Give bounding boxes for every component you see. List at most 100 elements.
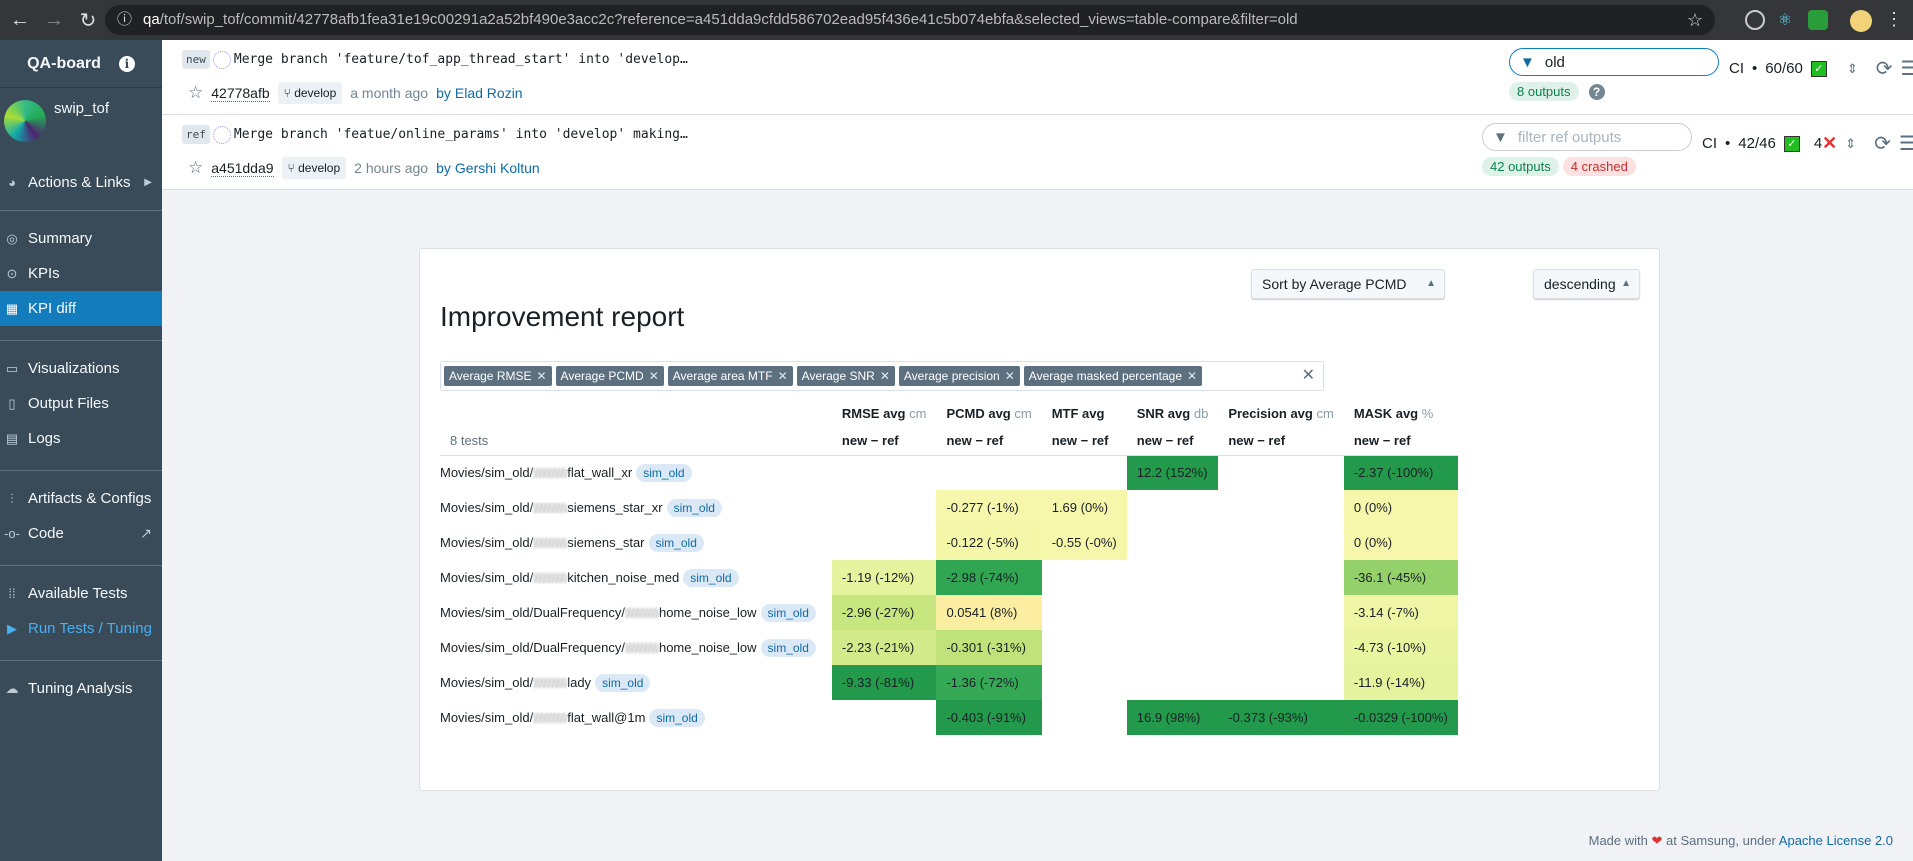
menu-icon[interactable]: ☰ (1899, 131, 1913, 156)
table-row[interactable]: Movies/sim_old/siemens_star_xr sim_old -0.… (440, 490, 1458, 525)
remove-chip-icon[interactable]: ✕ (880, 369, 890, 383)
test-name[interactable]: Movies/sim_old/DualFrequency/home_noise_… (440, 595, 832, 630)
remove-chip-icon[interactable]: ✕ (649, 369, 659, 383)
star-icon[interactable]: ☆ (188, 158, 203, 178)
test-name[interactable]: Movies/sim_old/siemens_star_xr sim_old (440, 490, 832, 525)
clear-icon[interactable]: ✕ (1302, 365, 1315, 385)
metric-chip[interactable]: Average PCMD ✕ (555, 366, 664, 386)
column-header[interactable]: MTF avg (1042, 399, 1127, 427)
branch-tag[interactable]: ⑂ develop (281, 157, 347, 179)
console-icon: ▤ (5, 430, 19, 446)
column-header[interactable]: PCMD avg cm (936, 399, 1041, 427)
refresh-icon[interactable]: ⟳ (1876, 56, 1893, 81)
table-row[interactable]: Movies/sim_old/siemens_star sim_old -0.122… (440, 525, 1458, 560)
metric-diff-cell (1218, 455, 1344, 490)
bookmark-star-icon[interactable]: ☆ (1687, 5, 1703, 35)
test-name[interactable]: Movies/sim_old/flat_wall_xr sim_old (440, 455, 832, 490)
ref-filter-input[interactable]: ▼ filter ref outputs (1482, 123, 1692, 151)
sort-by-select[interactable]: Sort by Average PCMD ▲ (1251, 269, 1445, 299)
table-row[interactable]: Movies/sim_old/kitchen_noise_med sim_old -… (440, 560, 1458, 595)
sidebar-item-logs[interactable]: ▤ Logs (0, 421, 162, 456)
column-header[interactable]: RMSE avg cm (832, 399, 937, 427)
metric-diff-cell (832, 455, 937, 490)
column-header[interactable]: SNR avg db (1127, 399, 1219, 427)
help-icon[interactable]: ? (1588, 83, 1605, 100)
table-row[interactable]: Movies/sim_old/flat_wall@1m sim_old -0.403… (440, 700, 1458, 735)
info-icon[interactable]: ⓘ (117, 5, 132, 35)
menu-icon[interactable]: ☰ (1900, 56, 1913, 81)
sidebar-item-tuning-analysis[interactable]: ☁ Tuning Analysis (0, 671, 162, 706)
sidebar-item-output-files[interactable]: ▯ Output Files (0, 386, 162, 421)
table-row[interactable]: Movies/sim_old/DualFrequency/home_noise_… (440, 595, 1458, 630)
author-link[interactable]: Gershi Koltun (455, 160, 540, 176)
star-icon[interactable]: ☆ (188, 83, 203, 103)
metrics-tag-input[interactable]: Average RMSE ✕ Average PCMD ✕ Average area M… (440, 361, 1324, 391)
metric-chip[interactable]: Average precision ✕ (898, 366, 1020, 386)
extension-icon[interactable] (1808, 10, 1828, 30)
info-icon[interactable]: i (118, 55, 135, 72)
test-name[interactable]: Movies/sim_old/lady sim_old (440, 665, 832, 700)
sidebar-item-run-tests[interactable]: ▶ Run Tests / Tuning (0, 611, 162, 646)
sidebar-item-visualizations[interactable]: ▭ Visualizations (0, 351, 162, 386)
react-devtools-icon[interactable]: ⚛ (1775, 10, 1795, 30)
test-name[interactable]: Movies/sim_old/DualFrequency/home_noise_… (440, 630, 832, 665)
app-title[interactable]: QA-board (27, 55, 101, 73)
refresh-icon[interactable]: ⟳ (1874, 131, 1891, 156)
sidebar-item-available-tests[interactable]: ⁞⁞ Available Tests (0, 576, 162, 611)
table-row[interactable]: Movies/sim_old/lady sim_old -9.33 (-81%) -1… (440, 665, 1458, 700)
sort-icon[interactable]: ⇕ (1845, 136, 1856, 152)
sidebar-item-kpis[interactable]: ⊙ KPIs (0, 256, 162, 291)
project-name[interactable]: swip_tof (54, 100, 109, 163)
metric-diff-cell: -1.36 (-72%) (936, 665, 1042, 700)
sidebar-item-code[interactable]: -o- Code ↗ (0, 516, 162, 551)
play-icon: ▶ (7, 620, 17, 636)
menu-dots-icon[interactable]: ⋮ (1885, 10, 1905, 30)
column-header[interactable]: MASK avg % (1344, 399, 1458, 427)
metric-chip[interactable]: Average masked percentage ✕ (1023, 366, 1203, 386)
remove-chip-icon[interactable]: ✕ (1187, 369, 1197, 383)
metric-diff-cell: -0.301 (-31%) (936, 630, 1042, 665)
commit-hash[interactable]: 42778afb (211, 85, 270, 102)
diff-label: new − ref (1041, 427, 1127, 456)
sidebar-item-summary[interactable]: ◎ Summary (0, 221, 162, 256)
profile-avatar[interactable] (1850, 10, 1872, 32)
back-icon[interactable]: ← (6, 9, 34, 32)
test-name[interactable]: Movies/sim_old/siemens_star sim_old (440, 525, 832, 560)
test-name[interactable]: Movies/sim_old/kitchen_noise_med sim_old (440, 560, 832, 595)
redacted-text (533, 573, 568, 584)
sidebar-item-actions-links[interactable]: ◕ Actions & Links ▶ (0, 165, 162, 200)
remove-chip-icon[interactable]: ✕ (778, 369, 788, 383)
commit-message[interactable]: Merge branch 'feature/tof_app_thread_sta… (234, 52, 688, 67)
ci-status: 42/46 (1738, 135, 1776, 152)
author-link[interactable]: Elad Rozin (455, 85, 523, 101)
metric-diff-cell: -2.23 (-21%) (831, 630, 937, 665)
author-avatar (212, 50, 231, 69)
reload-icon[interactable]: ↻ (74, 8, 102, 33)
metric-chip[interactable]: Average SNR ✕ (796, 366, 895, 386)
sidebar-item-artifacts-configs[interactable]: ⫶ Artifacts & Configs (0, 481, 162, 516)
project-avatar[interactable] (4, 100, 46, 142)
test-name[interactable]: Movies/sim_old/flat_wall@1m sim_old (440, 700, 832, 735)
metric-chip[interactable]: Average RMSE ✕ (444, 366, 552, 386)
license-link[interactable]: Apache License 2.0 (1779, 833, 1893, 848)
remove-chip-icon[interactable]: ✕ (1005, 369, 1015, 383)
new-filter-input[interactable]: ▼ old (1509, 48, 1719, 76)
commit-message[interactable]: Merge branch 'featue/online_params' into… (234, 127, 688, 142)
extension-icon[interactable] (1745, 10, 1765, 30)
table-row[interactable]: Movies/sim_old/flat_wall_xr sim_old 12.2 (… (440, 455, 1458, 490)
table-row[interactable]: Movies/sim_old/DualFrequency/home_noise_… (440, 630, 1458, 665)
tag-badge: sim_old (636, 463, 692, 482)
metric-chip[interactable]: Average area MTF ✕ (667, 366, 793, 386)
order-select[interactable]: descending ▲ (1533, 269, 1640, 299)
main-content: new Merge branch 'feature/tof_app_thread_… (162, 40, 1913, 861)
column-header[interactable]: Precision avg cm (1218, 399, 1344, 427)
commit-hash[interactable]: a451dda9 (211, 160, 274, 177)
sidebar-item-kpi-diff[interactable]: ▦ KPI diff (0, 291, 162, 326)
address-bar[interactable]: ⓘ qa/tof/swip_tof/commit/42778afb1fea31e… (105, 5, 1715, 35)
sort-icon[interactable]: ⇕ (1847, 61, 1858, 77)
ref-tag: ref (182, 125, 210, 144)
branch-tag[interactable]: ⑂ develop (277, 82, 343, 104)
tag-badge: sim_old (760, 603, 816, 622)
forward-icon[interactable]: → (40, 9, 68, 32)
remove-chip-icon[interactable]: ✕ (536, 369, 546, 383)
